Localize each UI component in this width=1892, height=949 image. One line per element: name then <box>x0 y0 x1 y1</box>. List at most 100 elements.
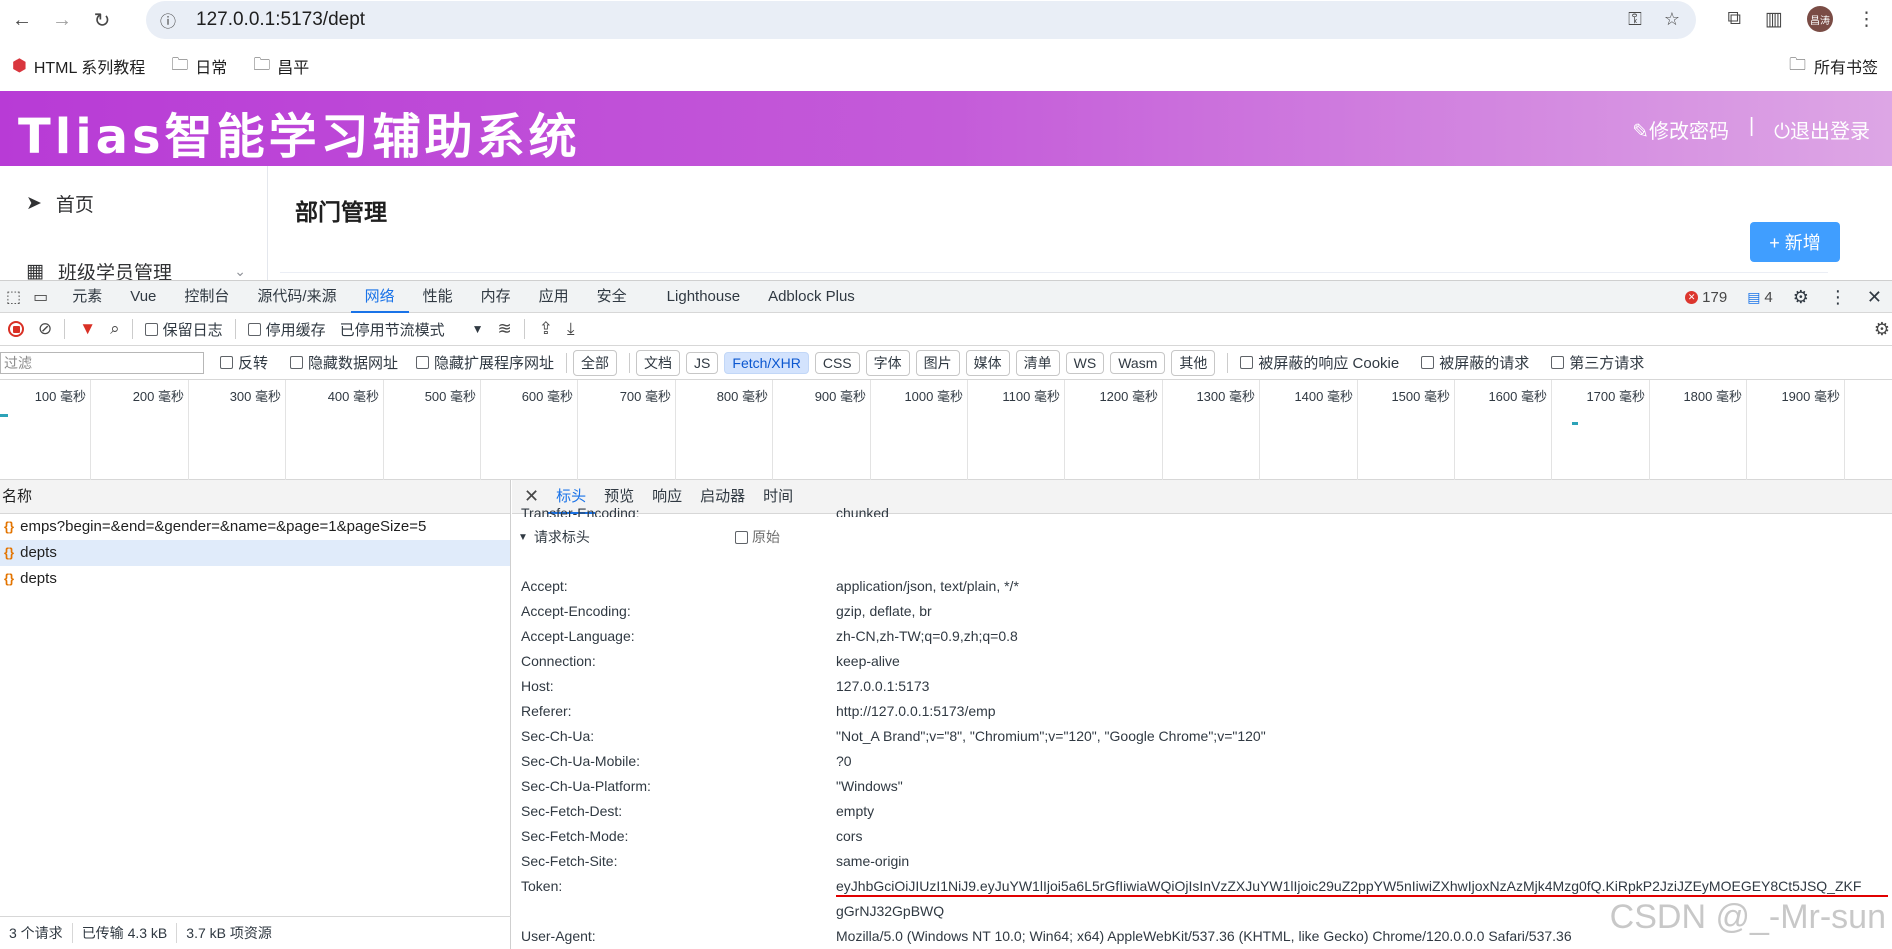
message-count-badge[interactable]: ▤ 4 <box>1747 289 1773 306</box>
checkbox-box <box>1551 356 1565 369</box>
header-value[interactable]: http://127.0.0.1:5173/emp <box>836 703 1886 725</box>
column-header-name[interactable]: 名称 <box>0 480 510 514</box>
extensions-icon[interactable]: ⧉ <box>1727 8 1741 30</box>
export-har-icon[interactable]: ⤓ <box>567 319 575 339</box>
tab-application[interactable]: 应用 <box>525 280 583 313</box>
chip-media[interactable]: 媒体 <box>965 349 1010 376</box>
tab-sources[interactable]: 源代码/来源 <box>243 280 350 313</box>
invert-checkbox[interactable]: 反转 <box>220 352 268 373</box>
kebab-menu-icon[interactable]: ⋮ <box>1829 287 1847 308</box>
close-icon[interactable]: ✕ <box>524 486 539 507</box>
request-row-depts[interactable]: {} depts <box>0 566 510 592</box>
checkbox-box <box>1240 356 1254 369</box>
settings-gear-icon[interactable]: ⚙ <box>1793 287 1809 308</box>
avatar[interactable]: 昌涛 <box>1807 6 1833 32</box>
tab-memory[interactable]: 内存 <box>467 280 525 313</box>
header-name: Sec-Fetch-Dest: <box>521 803 623 819</box>
tab-console[interactable]: 控制台 <box>170 280 243 313</box>
chip-fetch-xhr[interactable]: Fetch/XHR <box>724 351 809 374</box>
search-icon[interactable]: ⌕ <box>110 319 120 339</box>
change-password-link[interactable]: ✎修改密码 <box>1632 115 1729 144</box>
add-dept-button[interactable]: + 新增 <box>1750 222 1840 262</box>
error-count-badge[interactable]: ✕ 179 <box>1685 289 1727 306</box>
logout-link[interactable]: ⏻退出登录 <box>1774 115 1870 144</box>
device-toolbar-icon[interactable]: ▭ <box>33 287 48 307</box>
blocked-cookies-checkbox[interactable]: 被屏蔽的响应 Cookie <box>1240 352 1399 373</box>
third-party-checkbox[interactable]: 第三方请求 <box>1551 352 1644 373</box>
header-value[interactable]: ?0 <box>836 753 1886 775</box>
tab-elements[interactable]: 元素 <box>58 280 116 313</box>
header-value[interactable]: zh-CN,zh-TW;q=0.9,zh;q=0.8 <box>836 628 1886 650</box>
chip-all[interactable]: 全部 <box>573 349 618 376</box>
checkbox-box <box>247 322 261 336</box>
bookmark-html-tutorial[interactable]: ⬢ HTML 系列教程 <box>12 54 145 78</box>
timeline-gridline <box>577 380 578 480</box>
header-value[interactable]: "Windows" <box>836 778 1886 800</box>
disable-cache-checkbox[interactable]: 停用缓存 <box>247 319 326 340</box>
tab-vue[interactable]: Vue <box>116 280 170 313</box>
chip-other[interactable]: 其他 <box>1171 349 1216 376</box>
bookmark-folder-daily[interactable]: 🗀 日常 <box>171 52 227 81</box>
network-overview-timeline[interactable]: 100 毫秒 200 毫秒 300 毫秒 400 毫秒 500 毫秒 600 毫秒 700 … <box>0 380 1892 480</box>
star-icon[interactable]: ☆ <box>1664 9 1680 30</box>
timeline-tick-label: 1200 毫秒 <box>1099 389 1158 404</box>
site-info-icon[interactable]: ⓘ <box>160 8 190 32</box>
chip-ws[interactable]: WS <box>1065 351 1105 374</box>
forward-arrow-icon[interactable]: → <box>44 2 80 38</box>
clear-icon[interactable]: ⊘ <box>38 319 52 339</box>
address-bar[interactable]: ⓘ 127.0.0.1:5173/dept ⚿ ☆ <box>146 1 1696 39</box>
request-headers-section[interactable]: ▼ 请求标头 原始 <box>512 524 1892 550</box>
header-value[interactable]: gzip, deflate, br <box>836 603 1886 625</box>
chip-doc[interactable]: 文档 <box>636 349 681 376</box>
chip-img[interactable]: 图片 <box>915 349 960 376</box>
back-arrow-icon[interactable]: ← <box>4 2 40 38</box>
tab-network[interactable]: 网络 <box>350 280 409 313</box>
fetch-icon: {} <box>4 545 15 560</box>
chip-wasm[interactable]: Wasm <box>1110 351 1166 374</box>
chip-css[interactable]: CSS <box>814 351 860 374</box>
raw-headers-checkbox[interactable]: 原始 <box>735 527 780 547</box>
network-settings-gear-icon[interactable]: ⚙ <box>1874 319 1890 340</box>
header-value[interactable]: keep-alive <box>836 653 1886 675</box>
network-status-bar: 3 个请求 已传输 4.3 kB 3.7 kB 项资源 <box>0 916 511 949</box>
record-stop-icon[interactable] <box>8 321 24 337</box>
header-value[interactable]: same-origin <box>836 853 1886 875</box>
header-name: Accept-Language: <box>521 628 635 644</box>
request-row-depts-selected[interactable]: {} depts <box>0 540 510 566</box>
header-value[interactable]: cors <box>836 828 1886 850</box>
inspect-element-icon[interactable]: ⬚ <box>6 287 21 307</box>
reload-icon[interactable]: ↻ <box>84 2 120 38</box>
bookmark-folder-changping[interactable]: 🗀 昌平 <box>253 52 309 81</box>
close-icon[interactable]: ✕ <box>1867 287 1882 308</box>
tab-performance[interactable]: 性能 <box>409 280 467 313</box>
network-conditions-icon[interactable]: ≋ <box>498 319 512 339</box>
header-value[interactable]: application/json, text/plain, */* <box>836 578 1886 600</box>
filter-icon[interactable]: ▼ <box>79 319 96 339</box>
header-value[interactable]: empty <box>836 803 1886 825</box>
url-text[interactable]: 127.0.0.1:5173/dept <box>196 9 365 31</box>
import-har-icon[interactable]: ⇪ <box>539 319 553 339</box>
throttling-select[interactable]: 已停用节流模式 ▼ <box>340 319 484 340</box>
hide-extension-urls-checkbox[interactable]: 隐藏扩展程序网址 <box>416 352 554 373</box>
request-row-emps[interactable]: {} emps?begin=&end=&gender=&name=&page=1… <box>0 514 510 540</box>
all-bookmarks-button[interactable]: 🗀 所有书签 <box>1789 52 1878 81</box>
error-icon: ✕ <box>1685 291 1699 304</box>
hide-data-urls-checkbox[interactable]: 隐藏数据网址 <box>290 352 398 373</box>
preserve-log-checkbox[interactable]: 保留日志 <box>144 319 223 340</box>
filter-input[interactable]: 过滤 <box>0 351 204 374</box>
toolbar-divider <box>629 352 631 373</box>
chip-js[interactable]: JS <box>686 351 719 374</box>
key-icon[interactable]: ⚿ <box>1628 9 1642 30</box>
header-value[interactable]: 127.0.0.1:5173 <box>836 678 1886 700</box>
tab-security[interactable]: 安全 <box>583 280 641 313</box>
chip-font[interactable]: 字体 <box>865 349 910 376</box>
blocked-requests-checkbox[interactable]: 被屏蔽的请求 <box>1421 352 1529 373</box>
timeline-gridline <box>1064 380 1065 480</box>
tab-adblock[interactable]: Adblock Plus <box>754 280 869 313</box>
chip-manifest[interactable]: 清单 <box>1015 349 1060 376</box>
sidebar-item-home[interactable]: ➤ 首页 <box>26 190 94 217</box>
header-value[interactable]: "Not_A Brand";v="8", "Chromium";v="120",… <box>836 728 1886 750</box>
kebab-menu-icon[interactable]: ⋮ <box>1857 8 1876 31</box>
side-panel-icon[interactable]: ▥ <box>1765 8 1783 31</box>
tab-lighthouse[interactable]: Lighthouse <box>653 280 754 313</box>
